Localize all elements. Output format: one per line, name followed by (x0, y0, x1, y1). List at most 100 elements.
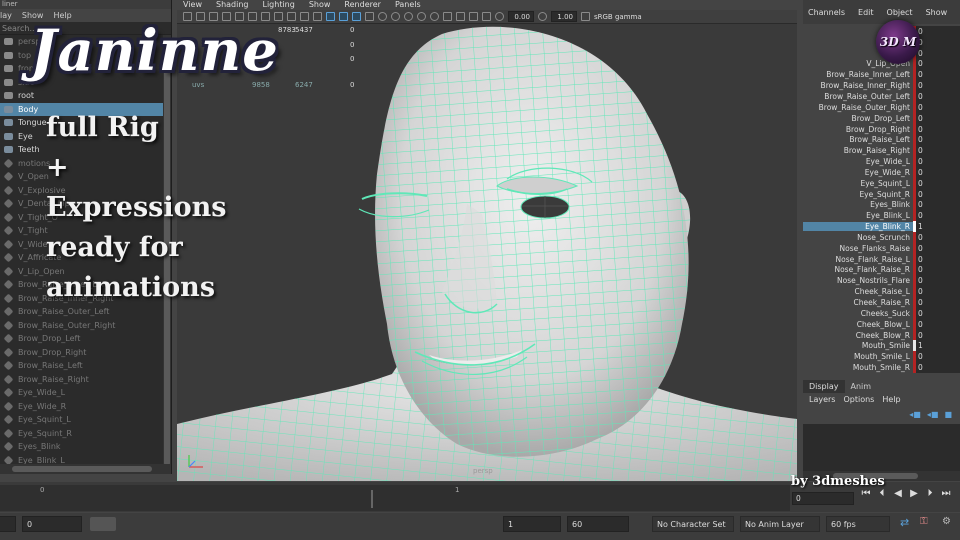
exposure-field[interactable]: 0.00 (508, 11, 534, 22)
channel-value-field[interactable]: 0 (913, 134, 960, 146)
channel-name[interactable]: Brow_Raise_Left (803, 135, 913, 144)
channel-name[interactable]: Nose_Scrunch (803, 233, 913, 242)
motion-blur-icon[interactable] (417, 12, 426, 21)
channel-row[interactable]: V_Lip_Open 0 (803, 58, 960, 70)
viewport-menu-show[interactable]: Show (309, 0, 331, 10)
current-time-marker[interactable] (371, 490, 373, 508)
channel-name[interactable]: Cheek_Raise_L (803, 287, 913, 296)
outliner-item[interactable]: root (0, 89, 163, 103)
channel-name[interactable]: Brow_Raise_Outer_Right (803, 103, 913, 112)
outliner-item[interactable]: V_Open (0, 170, 163, 184)
outliner-item[interactable]: Brow_Drop_Right (0, 346, 163, 360)
channel-row[interactable]: Mouth_Smile 1 (803, 340, 960, 352)
channel-box-menu-edit[interactable]: Edit (858, 8, 874, 17)
preferences-icon[interactable]: ⚙ (942, 516, 951, 527)
channel-value-field[interactable]: 0 (913, 112, 960, 124)
channel-value-field[interactable]: 0 (913, 253, 960, 265)
channel-value-field[interactable]: 0 (913, 166, 960, 178)
current-frame-field[interactable]: 0 (792, 492, 854, 505)
isolate-select-icon[interactable] (456, 12, 465, 21)
channel-row[interactable]: Cheek_Blow_R 0 (803, 329, 960, 341)
channel-value-field[interactable]: 0 (913, 351, 960, 363)
channel-name[interactable]: Eye_Blink_L (803, 211, 913, 220)
tab-display[interactable]: Display (803, 380, 845, 393)
channel-value-field[interactable]: 0 (913, 362, 960, 373)
channel-row[interactable]: Brow_Raise_Inner_Left 0 (803, 69, 960, 81)
safe-title-icon[interactable] (313, 12, 322, 21)
channel-row[interactable]: Cheeks_Suck 0 (803, 307, 960, 319)
channel-value-field[interactable]: 0 (913, 264, 960, 276)
tab-anim[interactable]: Anim (845, 380, 878, 393)
anim-layer-dropdown[interactable]: No Anim Layer (740, 516, 820, 532)
channel-row[interactable]: Eyes_Blink 0 (803, 199, 960, 211)
channel-row[interactable]: Eye_Blink_L 0 (803, 210, 960, 222)
viewport-menu-renderer[interactable]: Renderer (344, 0, 381, 10)
channel-row[interactable]: Brow_Raise_Outer_Right 0 (803, 101, 960, 113)
channel-name[interactable]: Eye_Squint_L (803, 179, 913, 188)
channel-row[interactable]: Brow_Drop_Left 0 (803, 112, 960, 124)
channel-value-field[interactable]: 0 (913, 101, 960, 113)
move-layer-up-icon[interactable]: ◂■ (909, 410, 921, 419)
play-backwards-icon[interactable]: ◀ (892, 488, 904, 499)
loop-icon[interactable]: ⇄ (900, 516, 909, 529)
channel-name[interactable]: Eye_Blink_R (803, 222, 913, 232)
outliner-item[interactable]: Eye_Wide_R (0, 400, 163, 414)
channel-row[interactable]: Eye_Wide_R 0 (803, 166, 960, 178)
color-space-dropdown[interactable]: sRGB gamma (594, 13, 642, 21)
channel-name[interactable]: Nose_Flanks_Raise (803, 244, 913, 253)
go-to-end-icon[interactable]: ⏭ (940, 488, 952, 499)
channel-row[interactable]: Brow_Drop_Right 0 (803, 123, 960, 135)
channel-value-field[interactable]: 0 (913, 80, 960, 92)
channel-row[interactable]: Nose_Flank_Raise_R 0 (803, 264, 960, 276)
channel-value-field[interactable]: 0 (913, 242, 960, 254)
channel-row[interactable]: Nose_Nostrils_Flare 0 (803, 275, 960, 287)
channel-name[interactable]: Cheek_Blow_L (803, 320, 913, 329)
channel-value-field[interactable]: 0 (913, 199, 960, 211)
channel-name[interactable]: Nose_Flank_Raise_R (803, 265, 913, 274)
channel-row[interactable]: Brow_Raise_Left 0 (803, 134, 960, 146)
outliner-item[interactable]: Teeth (0, 143, 163, 157)
channel-row[interactable]: Nose_Flank_Raise_L 0 (803, 253, 960, 265)
outliner-item[interactable]: Eyes_Blink (0, 440, 163, 454)
xray-icon[interactable] (469, 12, 478, 21)
channel-value-field[interactable]: 0 (913, 307, 960, 319)
exposure-icon[interactable] (495, 12, 504, 21)
ambient-occlusion-icon[interactable] (404, 12, 413, 21)
new-layer-icon[interactable]: ■ (944, 410, 952, 419)
move-layer-down-icon[interactable]: ◂■ (927, 410, 939, 419)
channel-name[interactable]: Mouth_Smile_R (803, 363, 913, 372)
range-slider-handle[interactable] (90, 517, 116, 531)
fps-dropdown[interactable]: 60 fps (826, 516, 890, 532)
channel-name[interactable]: Nose_Nostrils_Flare (803, 276, 913, 285)
outliner-item[interactable]: Eye_Squint_L (0, 413, 163, 427)
wireframe-on-shaded-icon[interactable] (352, 12, 361, 21)
channel-value-field[interactable]: 0 (913, 177, 960, 189)
auto-key-icon[interactable]: ⚿ (920, 516, 928, 527)
channel-name[interactable]: Brow_Raise_Outer_Left (803, 92, 913, 101)
channel-name[interactable]: Brow_Drop_Left (803, 114, 913, 123)
channel-name[interactable]: Mouth_Smile_L (803, 352, 913, 361)
smooth-shade-icon[interactable] (339, 12, 348, 21)
channel-row[interactable]: Nose_Flanks_Raise 0 (803, 242, 960, 254)
channel-value-field[interactable]: 0 (913, 36, 960, 48)
step-forward-key-icon[interactable]: ⏵ (924, 488, 936, 499)
layer-list[interactable] (803, 424, 960, 471)
range-start-field[interactable]: 1 (503, 516, 561, 532)
outliner-item[interactable]: Brow_Raise_Outer_Left (0, 305, 163, 319)
gamma-icon[interactable] (538, 12, 547, 21)
channel-name[interactable]: Brow_Drop_Right (803, 125, 913, 134)
xray-joints-icon[interactable] (482, 12, 491, 21)
outliner-item[interactable]: Brow_Raise_Left (0, 359, 163, 373)
channel-name[interactable]: Eyes_Blink (803, 200, 913, 209)
viewport-menu-panels[interactable]: Panels (395, 0, 421, 10)
channel-value-field[interactable]: 1 (913, 340, 960, 352)
channel-row[interactable]: Eye_Wide_L 0 (803, 156, 960, 167)
channel-box-menu-show[interactable]: Show (926, 8, 948, 17)
outliner-item[interactable]: Eye_Wide_L (0, 386, 163, 400)
channel-value-field[interactable]: 0 (913, 47, 960, 59)
channel-name[interactable]: Eye_Wide_L (803, 157, 913, 166)
animation-start-field[interactable] (0, 516, 16, 532)
channel-value-field[interactable]: 0 (913, 286, 960, 298)
channel-name[interactable]: Brow_Raise_Right (803, 146, 913, 155)
channel-row[interactable]: Cheek_Raise_R 0 (803, 297, 960, 308)
